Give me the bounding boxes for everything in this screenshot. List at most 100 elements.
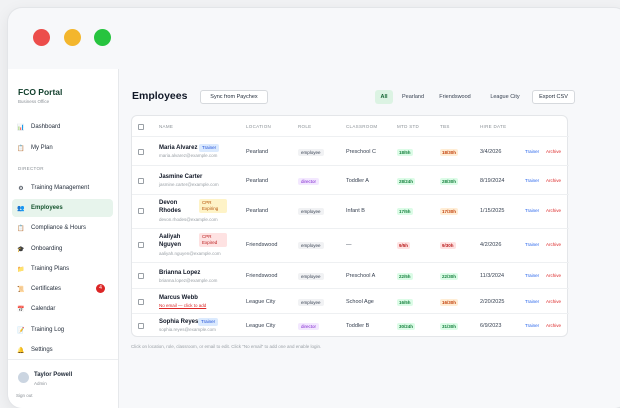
settings-icon: 🔔 xyxy=(17,347,25,354)
employee-email[interactable]: aaliyah.nguyen@example.com xyxy=(159,251,221,256)
filter-league-city[interactable]: League City xyxy=(483,90,527,104)
graduation-cap-icon: 🎓 xyxy=(17,246,25,253)
employee-role[interactable]: employee xyxy=(298,208,324,215)
employee-classroom[interactable]: — xyxy=(346,242,352,248)
trainer-action-link[interactable]: Trainer xyxy=(525,323,539,328)
employee-email[interactable]: devon.rhodes@example.com xyxy=(159,217,218,222)
employee-email[interactable]: jasmine.carter@example.com xyxy=(159,182,219,187)
employee-email[interactable]: maria.alvarez@example.com xyxy=(159,153,217,158)
sidebar-item-onboarding[interactable]: 🎓 Onboarding xyxy=(12,240,113,258)
sidebar-item-training-management[interactable]: ⚙ Training Management xyxy=(12,179,113,197)
employee-classroom[interactable]: Preschool A xyxy=(346,273,375,279)
table-row[interactable]: Jasmine Carter jasmine.carter@example.co… xyxy=(132,166,569,194)
minimize-window-button[interactable] xyxy=(64,29,81,46)
employee-classroom[interactable]: School Age xyxy=(346,299,374,305)
employee-email[interactable]: sophia.reyes@example.com xyxy=(159,327,216,332)
employee-role[interactable]: director xyxy=(298,323,320,330)
employee-location[interactable]: Friendswood xyxy=(246,242,278,248)
sign-out-link[interactable]: Sign out xyxy=(16,393,33,398)
title-bar xyxy=(8,8,620,68)
employee-location[interactable]: League City xyxy=(246,299,275,305)
sidebar-item-label: Employees xyxy=(31,205,63,211)
table-row[interactable]: Devon Rhodes CPR Expiring devon.rhodes@e… xyxy=(132,195,569,228)
hire-date: 4/2/2026 xyxy=(480,242,502,248)
employee-location[interactable]: Pearland xyxy=(246,178,268,184)
employee-name: Devon Rhodes xyxy=(159,200,182,214)
app-subtitle: Business Office xyxy=(18,99,50,104)
sidebar-item-my-plan[interactable]: 📋 My Plan xyxy=(12,139,113,157)
trainer-action-link[interactable]: Trainer xyxy=(525,242,539,247)
employee-location[interactable]: Pearland xyxy=(246,149,268,155)
table-row[interactable]: Brianna Lopez brianna.lopez@example.com … xyxy=(132,263,569,288)
table-row[interactable]: Aaliyah Nguyen CPR Expired aaliyah.nguye… xyxy=(132,229,569,262)
row-checkbox[interactable] xyxy=(138,149,144,155)
sidebar-item-calendar[interactable]: 📅 Calendar xyxy=(12,300,113,318)
sync-paychex-button[interactable]: Sync from Paychex xyxy=(200,90,268,104)
select-all-checkbox[interactable] xyxy=(138,124,144,130)
archive-action-link[interactable]: Archive xyxy=(546,178,561,183)
table-row[interactable]: Marcus Webb No email — click to add Leag… xyxy=(132,289,569,313)
sidebar-item-compliance-hours[interactable]: 📋 Compliance & Hours xyxy=(12,219,113,237)
archive-action-link[interactable]: Archive xyxy=(546,208,561,213)
filter-pearland[interactable]: Pearland xyxy=(397,90,429,104)
employee-role[interactable]: employee xyxy=(298,149,324,156)
filter-all[interactable]: All xyxy=(375,90,393,104)
trainer-action-link[interactable]: Trainer xyxy=(525,178,539,183)
sidebar-item-dashboard[interactable]: 📊 Dashboard xyxy=(12,118,113,136)
employee-classroom[interactable]: Preschool C xyxy=(346,149,376,155)
sidebar-item-employees[interactable]: 👥 Employees xyxy=(12,199,113,217)
employee-role[interactable]: director xyxy=(298,178,320,185)
employee-location[interactable]: Friendswood xyxy=(246,273,278,279)
clipboard-icon: 📋 xyxy=(17,225,25,232)
row-checkbox[interactable] xyxy=(138,178,144,184)
employee-location[interactable]: League City xyxy=(246,323,275,329)
tbs-value: 9/30h xyxy=(440,242,456,249)
trainer-action-link[interactable]: Trainer xyxy=(525,149,539,154)
employee-location[interactable]: Pearland xyxy=(246,208,268,214)
tbs-value: 22/30h xyxy=(440,273,459,280)
archive-action-link[interactable]: Archive xyxy=(546,273,561,278)
clipboard-icon: 📋 xyxy=(17,145,25,152)
hire-date: 3/4/2026 xyxy=(480,149,502,155)
table-row[interactable]: Sophia Reyes Trainer sophia.reyes@exampl… xyxy=(132,314,569,337)
close-window-button[interactable] xyxy=(33,29,50,46)
sidebar-item-training-log[interactable]: 📝 Training Log xyxy=(12,321,113,339)
sidebar-item-settings[interactable]: 🔔 Settings xyxy=(12,341,113,359)
archive-action-link[interactable]: Archive xyxy=(546,242,561,247)
employee-classroom[interactable]: Infant B xyxy=(346,208,365,214)
log-icon: 📝 xyxy=(17,327,25,334)
employee-role[interactable]: employee xyxy=(298,273,324,280)
row-checkbox[interactable] xyxy=(138,208,144,214)
maximize-window-button[interactable] xyxy=(94,29,111,46)
sidebar-item-certificates[interactable]: 📜 Certificates 4 xyxy=(12,280,113,298)
employee-role[interactable]: employee xyxy=(298,299,324,306)
sidebar-item-training-plans[interactable]: 📁 Training Plans xyxy=(12,260,113,278)
gear-icon: ⚙ xyxy=(18,185,24,192)
archive-action-link[interactable]: Archive xyxy=(546,323,561,328)
employee-classroom[interactable]: Toddler A xyxy=(346,178,369,184)
row-checkbox[interactable] xyxy=(138,273,144,279)
row-checkbox[interactable] xyxy=(138,242,144,248)
tbs-value: 18/30h xyxy=(440,149,459,156)
employee-email[interactable]: brianna.lopez@example.com xyxy=(159,278,217,283)
employee-role[interactable]: employee xyxy=(298,242,324,249)
table-row[interactable]: Maria Alvarez Trainer maria.alvarez@exam… xyxy=(132,137,569,165)
trainer-action-link[interactable]: Trainer xyxy=(525,208,539,213)
export-csv-button[interactable]: Export CSV xyxy=(532,90,575,104)
sidebar-item-label: Training Management xyxy=(31,185,90,191)
trainer-action-link[interactable]: Trainer xyxy=(525,273,539,278)
mtd-std-value: 16/5h xyxy=(397,299,413,306)
tbs-value: 16/30h xyxy=(440,299,459,306)
row-checkbox[interactable] xyxy=(138,323,144,329)
employee-name: Maria Alvarez xyxy=(159,145,198,151)
trainer-action-link[interactable]: Trainer xyxy=(525,299,539,304)
archive-action-link[interactable]: Archive xyxy=(546,149,561,154)
employee-name: Aaliyah Nguyen xyxy=(159,234,182,248)
row-checkbox[interactable] xyxy=(138,299,144,305)
add-email-link[interactable]: No email — click to add xyxy=(159,303,206,308)
users-icon: 👥 xyxy=(17,205,25,212)
filter-friendswood[interactable]: Friendswood xyxy=(433,90,477,104)
employee-classroom[interactable]: Toddler B xyxy=(346,323,369,329)
hire-date: 2/20/2025 xyxy=(480,299,505,305)
archive-action-link[interactable]: Archive xyxy=(546,299,561,304)
